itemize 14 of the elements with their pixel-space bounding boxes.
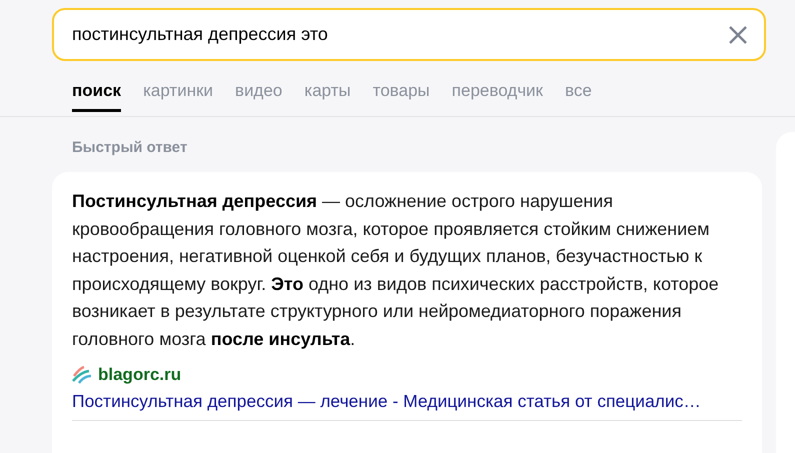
answer-text: Постинсультная депрессия — осложнение острого нарушения кровообращения головного мозга, которое проявляется стойким снижением настроения, негативной оценкой себя и будущих планов, безучастностью к происходящему вокруг. Это одно из видов психических расстройств, которое возникает в результате структурного или нейромедиаторного поражения головного мозга после инсульта. — [72, 190, 720, 351]
logo-icon — [72, 366, 92, 384]
search-field[interactable]: постинсультная депрессия это — [52, 8, 766, 61]
tab[interactable]: все — [564, 79, 592, 103]
section-heading: Быстрый ответ — [72, 139, 188, 156]
tab[interactable]: видео — [235, 79, 282, 103]
tab[interactable]: переводчик — [452, 79, 543, 103]
tab[interactable]: картинки — [143, 79, 214, 103]
tab[interactable]: товары — [372, 79, 430, 103]
close-icon[interactable] — [728, 24, 748, 44]
tab[interactable]: поиск — [72, 79, 122, 112]
source-link[interactable]: blagorc.ru — [98, 365, 182, 385]
result-link[interactable]: Постинсультная депрессия — лечение - Медицинская статья от специалис… — [72, 391, 701, 412]
tab[interactable]: карты — [304, 79, 351, 103]
